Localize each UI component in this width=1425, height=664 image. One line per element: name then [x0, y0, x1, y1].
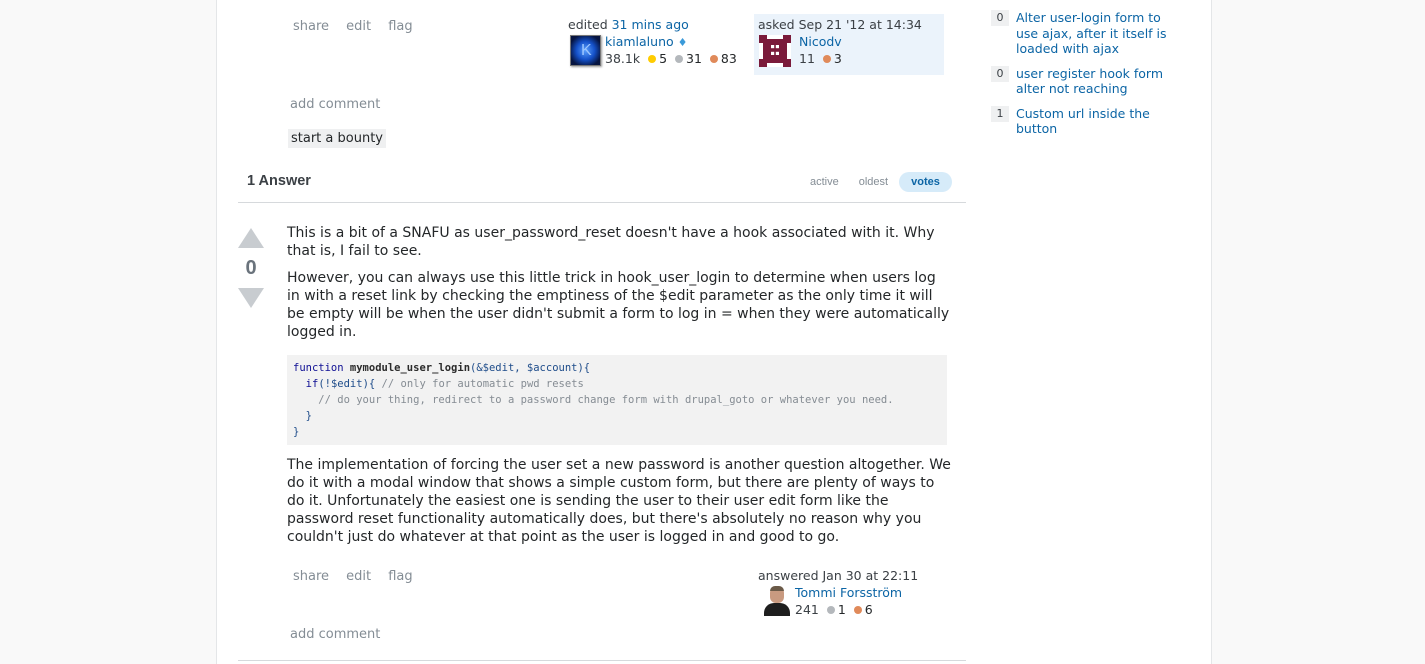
start-bounty-button[interactable]: start a bounty — [288, 129, 386, 148]
related-link[interactable]: Custom url inside the button — [1016, 106, 1186, 137]
answers-count-heading: 1 Answer — [247, 173, 311, 189]
avatar-kiamlaluno[interactable]: K — [570, 35, 601, 66]
code-block: function mymodule_user_login(&$edit, $ac… — [287, 355, 947, 445]
main-content: share edit flag edited 31 mins ago K kia… — [216, 0, 1212, 664]
silver-badge-icon — [826, 606, 835, 614]
related-item[interactable]: 0 user register hook form alter not reac… — [991, 65, 1191, 97]
editor-bronze-count: 83 — [720, 51, 737, 66]
editor-name[interactable]: kiamlaluno — [605, 34, 674, 49]
answer-flag-link[interactable]: flag — [388, 569, 412, 584]
answer-paragraph: However, you can always use this little … — [287, 270, 950, 340]
editor-signature: edited 31 mins ago K kiamlaluno ♦ 38.1k … — [568, 16, 748, 69]
answer-body: This is a bit of a SNAFU as user_passwor… — [287, 224, 952, 555]
editor-reputation: 38.1k — [605, 51, 641, 66]
asked-label: asked — [758, 17, 795, 32]
avatar-hair — [770, 586, 784, 591]
code-comment: // do your thing, redirect to a password… — [318, 394, 894, 406]
editor-silver-count: 31 — [686, 51, 702, 66]
related-item[interactable]: 0 Alter user-login form to use ajax, aft… — [991, 10, 1191, 57]
answer-share-link[interactable]: share — [293, 569, 329, 584]
code-keyword: function — [293, 362, 344, 374]
answer-paragraph: The implementation of forcing the user s… — [287, 457, 951, 545]
answer-sort-tabs: active oldest votes — [799, 172, 952, 192]
answer-vote-count: 0 — [245, 257, 257, 279]
owner-signature: asked Sep 21 '12 at 14:34 Nicodv 11 3 — [754, 14, 944, 75]
owner-bronze-count: 3 — [833, 51, 842, 66]
code-keyword: if — [305, 378, 319, 390]
answer-edit-link[interactable]: edit — [346, 569, 371, 584]
tab-votes[interactable]: votes — [899, 172, 952, 192]
editor-gold-count: 5 — [659, 51, 668, 66]
code-function-name: mymodule_user_login — [349, 362, 471, 374]
silver-badge-icon — [675, 55, 683, 63]
question-share-link[interactable]: share — [293, 19, 329, 34]
moderator-diamond-icon: ♦ — [677, 36, 688, 49]
bronze-badge-icon — [822, 55, 831, 63]
upvote-arrow-icon[interactable] — [238, 228, 264, 248]
question-post-menu: share edit flag — [293, 15, 425, 34]
answer-post-menu: share edit flag — [293, 565, 425, 584]
code-brace: } — [293, 426, 300, 438]
avatar-tommi[interactable] — [763, 586, 791, 616]
author-silver-count: 1 — [837, 602, 846, 617]
edited-label: edited — [568, 17, 608, 32]
question-flag-link[interactable]: flag — [388, 19, 412, 34]
related-vote-count: 0 — [991, 10, 1009, 26]
related-questions: 0 Alter user-login form to use ajax, aft… — [991, 10, 1191, 146]
avatar-shoulders — [764, 603, 790, 616]
answered-time: Jan 30 at 22:11 — [822, 568, 919, 583]
edited-time[interactable]: 31 mins ago — [612, 17, 689, 32]
question-edit-link[interactable]: edit — [346, 19, 371, 34]
tab-active[interactable]: active — [801, 172, 848, 192]
answered-label: answered — [758, 568, 819, 583]
code-args: (&$edit, $account){ — [470, 362, 591, 374]
code-brace: } — [305, 410, 312, 422]
author-reputation: 241 — [795, 602, 819, 617]
author-name[interactable]: Tommi Forsström — [795, 585, 902, 600]
bronze-badge-icon — [709, 55, 718, 63]
related-link[interactable]: Alter user-login form to use ajax, after… — [1016, 10, 1186, 57]
related-vote-count: 0 — [991, 65, 1009, 82]
answer-add-comment[interactable]: add comment — [290, 627, 380, 642]
tab-oldest[interactable]: oldest — [850, 172, 897, 192]
owner-name[interactable]: Nicodv — [799, 34, 842, 49]
related-item[interactable]: 1 Custom url inside the button — [991, 105, 1191, 137]
question-add-comment[interactable]: add comment — [290, 97, 380, 112]
answer-author-signature: answered Jan 30 at 22:11 Tommi Forsström… — [758, 567, 958, 620]
answers-divider — [238, 202, 966, 203]
code-condition: (!$edit){ — [318, 378, 376, 390]
answer-divider — [238, 660, 966, 661]
answer-paragraph: This is a bit of a SNAFU as user_passwor… — [287, 225, 935, 259]
bronze-badge-icon — [853, 606, 862, 614]
code-comment: // only for automatic pwd resets — [381, 378, 584, 390]
avatar-k-glyph: K — [581, 42, 592, 59]
asked-time: Sep 21 '12 at 14:34 — [798, 17, 922, 32]
gold-badge-icon — [648, 55, 657, 63]
owner-reputation: 11 — [799, 51, 815, 66]
downvote-arrow-icon[interactable] — [238, 288, 264, 308]
related-link[interactable]: user register hook form alter not reachi… — [1016, 66, 1186, 97]
author-bronze-count: 6 — [864, 602, 873, 617]
related-vote-count: 1 — [991, 105, 1009, 122]
identicon-nicodv[interactable] — [759, 35, 791, 67]
